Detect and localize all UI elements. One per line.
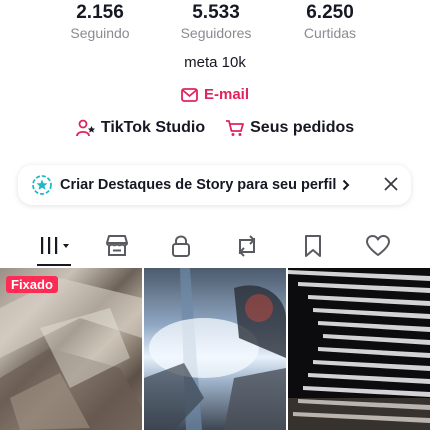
likes-label: Curtidas xyxy=(303,25,357,41)
heart-icon xyxy=(366,235,390,256)
lock-icon xyxy=(172,235,190,257)
bookmark-icon xyxy=(305,235,321,257)
video-thumbnail[interactable] xyxy=(144,268,286,430)
shopping-cart-icon xyxy=(226,120,245,136)
following-stat[interactable]: 2.156 Seguindo xyxy=(45,0,155,41)
highlight-star-icon xyxy=(32,175,52,195)
video-grid: Fixado xyxy=(0,268,430,430)
followers-count: 5.533 xyxy=(192,2,240,23)
tab-videos[interactable] xyxy=(35,232,75,266)
video-thumbnail[interactable] xyxy=(288,268,430,430)
tiktok-studio-label: TikTok Studio xyxy=(100,119,206,136)
likes-stat[interactable]: 6.250 Curtidas xyxy=(275,0,385,41)
followers-stat[interactable]: 5.533 Seguidores xyxy=(161,0,271,41)
profile-tabs xyxy=(0,226,430,266)
banner-text: Criar Destaques de Story para seu perfil xyxy=(60,177,337,193)
storefront-icon xyxy=(106,235,128,256)
orders-button[interactable]: Seus pedidos xyxy=(225,119,354,137)
tiktok-studio-button[interactable]: TikTok Studio xyxy=(75,119,206,137)
thumbnail-image xyxy=(288,270,430,430)
grid-bars-icon xyxy=(41,237,69,254)
person-star-icon xyxy=(75,119,95,137)
video-thumbnail[interactable]: Fixado xyxy=(0,268,142,430)
pinned-badge: Fixado xyxy=(6,276,58,293)
following-label: Seguindo xyxy=(70,25,130,41)
close-icon[interactable] xyxy=(383,176,399,192)
profile-bio: meta 10k xyxy=(184,54,246,71)
tab-favorites[interactable] xyxy=(295,232,331,260)
story-highlights-banner[interactable]: Criar Destaques de Story para seu perfil xyxy=(18,165,411,205)
profile-tools: TikTok Studio Seus pedidos xyxy=(0,119,430,137)
mail-icon xyxy=(181,87,198,102)
tab-reposts[interactable] xyxy=(229,232,265,260)
email-button[interactable]: E-mail xyxy=(0,86,430,103)
following-count: 2.156 xyxy=(76,2,124,23)
orders-label: Seus pedidos xyxy=(250,119,355,136)
tab-liked[interactable] xyxy=(360,232,396,260)
chevron-right-icon xyxy=(343,179,350,191)
email-label: E-mail xyxy=(203,86,249,103)
likes-count: 6.250 xyxy=(306,2,354,23)
repost-icon xyxy=(238,235,256,257)
thumbnail-image xyxy=(144,268,286,430)
tab-shop[interactable] xyxy=(99,232,135,260)
active-tab-indicator xyxy=(37,264,71,266)
followers-label: Seguidores xyxy=(180,25,252,41)
profile-stats: 2.156 Seguindo 5.533 Seguidores 6.250 Cu… xyxy=(0,0,430,48)
tab-private[interactable] xyxy=(163,232,199,260)
